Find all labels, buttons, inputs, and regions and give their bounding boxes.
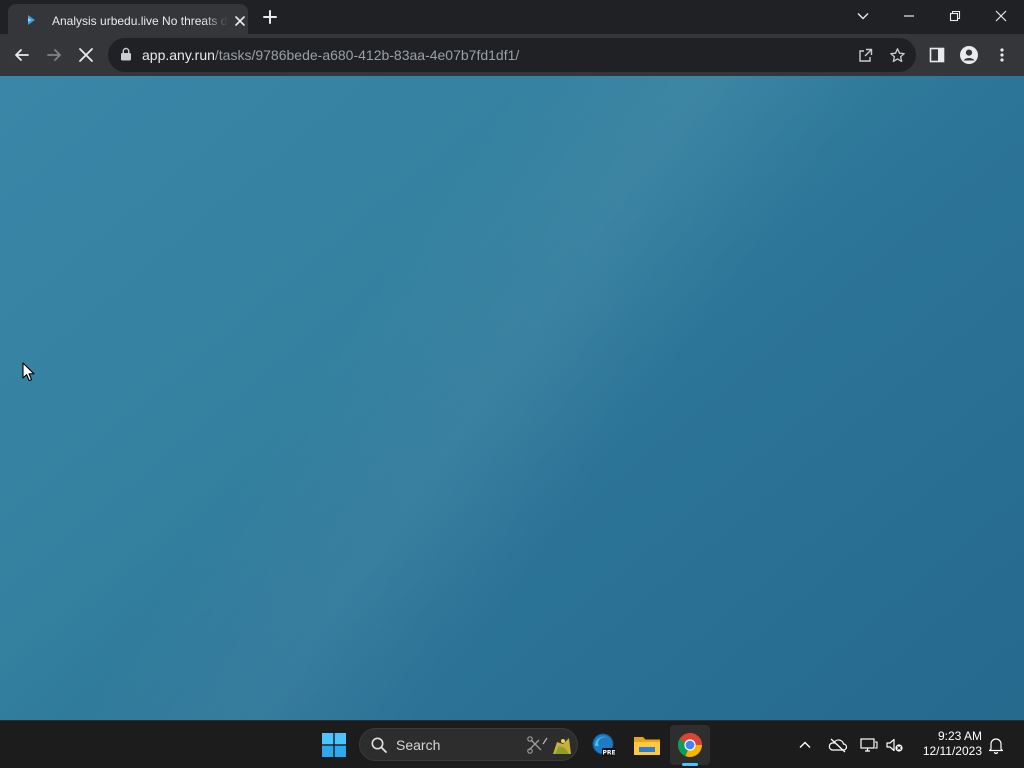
profile-button[interactable] (958, 44, 980, 66)
browser-tab[interactable]: Analysis urbedu.live No threats detected (8, 4, 248, 34)
minimize-icon (904, 15, 914, 17)
file-explorer-icon (634, 737, 660, 755)
anyrun-favicon-icon (28, 15, 35, 25)
start-icon[interactable] (322, 733, 346, 757)
clock-date: 12/11/2023 (922, 744, 982, 758)
restore-icon (949, 10, 961, 22)
share-button[interactable] (856, 46, 874, 64)
monitor-icon (860, 738, 878, 752)
profile-icon (960, 46, 978, 64)
chrome-taskbar-button[interactable] (670, 725, 710, 765)
page-content-area[interactable] (0, 76, 1024, 720)
active-app-indicator (682, 763, 698, 766)
address-bar[interactable]: app.any.run/tasks/9786bede-a680-412b-83a… (108, 38, 916, 72)
arrow-right-icon (47, 49, 61, 61)
share-icon (858, 48, 872, 62)
tab-title: Analysis urbedu.live No threats detected (52, 14, 228, 28)
arrow-left-icon (15, 49, 29, 61)
side-panel-icon (929, 47, 945, 63)
edge-beta-icon: PRE (592, 733, 616, 757)
stop-loading-button[interactable] (75, 44, 97, 66)
taskbar: Search PRE 9:23 AM 12/11/2023 (0, 720, 1024, 768)
chevron-up-icon (799, 741, 811, 748)
new-tab-icon[interactable] (260, 7, 280, 27)
bell-icon (988, 738, 1004, 754)
taskbar-search-box[interactable]: Search (359, 728, 578, 761)
forward-button[interactable] (43, 44, 65, 66)
tab-strip: Analysis urbedu.live No threats detected (0, 0, 1024, 34)
url-path: /tasks/9786bede-a680-412b-83aa-4e07b7fd1… (214, 47, 520, 63)
more-vert-icon (1000, 48, 1004, 62)
side-panel-button[interactable] (926, 44, 948, 66)
search-highlight-icon (527, 736, 571, 754)
stop-icon (79, 48, 93, 62)
browser-toolbar: app.any.run/tasks/9786bede-a680-412b-83a… (0, 34, 1024, 76)
tab-search-button[interactable] (840, 0, 886, 32)
lock-icon[interactable] (120, 47, 132, 61)
file-explorer-taskbar-button[interactable] (627, 725, 667, 765)
minimize-button[interactable] (886, 0, 932, 32)
svg-text:PRE: PRE (602, 750, 615, 757)
chrome-icon (678, 733, 702, 757)
chevron-down-icon (857, 13, 869, 20)
bookmark-button[interactable] (888, 46, 906, 64)
system-clock[interactable]: 9:23 AM 12/11/2023 (900, 729, 982, 759)
url-text[interactable]: app.any.run/tasks/9786bede-a680-412b-83a… (142, 47, 519, 63)
restore-button[interactable] (932, 0, 978, 32)
clock-time: 9:23 AM (937, 729, 982, 743)
edge-beta-taskbar-button[interactable]: PRE (584, 725, 624, 765)
close-icon (995, 10, 1007, 22)
notifications-button[interactable] (986, 735, 1006, 755)
close-window-button[interactable] (978, 0, 1024, 32)
search-icon (371, 737, 387, 753)
onedrive-tray-button[interactable] (828, 735, 848, 755)
menu-button[interactable] (991, 44, 1013, 66)
close-tab-icon[interactable] (232, 13, 248, 29)
display-tray-button[interactable] (859, 735, 879, 755)
show-hidden-icons-button[interactable] (795, 735, 815, 755)
mouse-cursor-icon (22, 362, 35, 382)
search-label: Search (396, 737, 441, 753)
star-icon (889, 47, 905, 62)
url-host: app.any.run (142, 47, 215, 63)
back-button[interactable] (11, 44, 33, 66)
cloud-off-icon (828, 738, 848, 753)
